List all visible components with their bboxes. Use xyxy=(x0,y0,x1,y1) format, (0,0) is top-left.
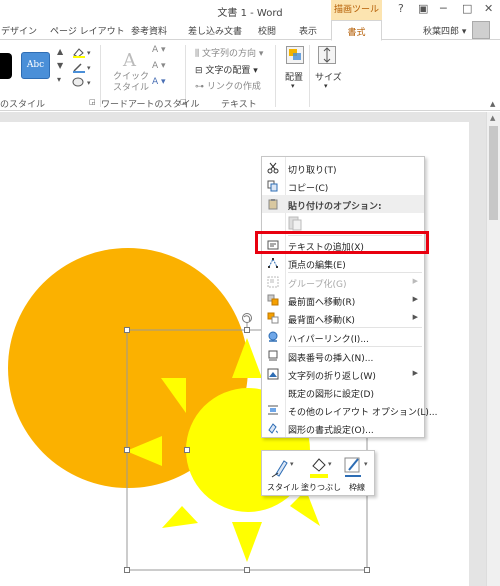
menu-item-more-layout-options[interactable]: その他のレイアウト オプション(L)... xyxy=(262,401,437,419)
style-brush-icon: ▾ xyxy=(271,460,294,478)
menu-item-edit-points[interactable]: 頂点の編集(E) xyxy=(262,254,424,272)
resize-handle[interactable] xyxy=(124,567,130,573)
paste-keep-format-icon[interactable] xyxy=(288,215,302,231)
menu-item-copy[interactable]: コピー(C) xyxy=(262,177,424,195)
mini-fill-button[interactable]: ▾ 塗りつぶし xyxy=(301,454,341,494)
mini-outline-button[interactable]: ▾ 枠線 xyxy=(340,454,374,494)
menu-item-cut[interactable]: 切り取り(T) xyxy=(262,159,424,177)
menu-item-wrap-text[interactable]: 文字列の折り返し(W) ▶ xyxy=(262,365,424,383)
context-menu: 切り取り(T) コピー(C) 貼り付けのオプション: テキストの追加(X) 頂点… xyxy=(261,156,437,438)
send-back-icon xyxy=(267,312,279,324)
resize-handle[interactable] xyxy=(124,447,130,453)
highlight-box xyxy=(255,231,429,254)
resize-handle[interactable] xyxy=(184,447,190,453)
menu-item-bring-to-front[interactable]: 最前面へ移動(R) ▶ xyxy=(262,291,424,309)
wrap-text-icon xyxy=(267,368,279,380)
menu-item-hyperlink[interactable]: ハイパーリンク(I)... xyxy=(262,328,424,346)
copy-icon xyxy=(267,180,278,192)
mini-style-button[interactable]: ▾ スタイル xyxy=(266,454,300,494)
menu-item-send-to-back[interactable]: 最背面へ移動(K) ▶ xyxy=(262,309,424,327)
scissors-icon xyxy=(267,162,279,174)
submenu-arrow-icon: ▶ xyxy=(412,295,418,303)
svg-text:▾: ▾ xyxy=(364,460,368,468)
group-icon xyxy=(267,276,279,288)
hyperlink-icon xyxy=(268,331,278,342)
paste-icon xyxy=(268,199,278,210)
fill-bucket-icon: ▾ xyxy=(310,458,332,478)
submenu-arrow-icon: ▶ xyxy=(412,313,418,321)
outline-pen-icon: ▾ xyxy=(344,457,368,477)
menu-item-group[interactable]: グループ化(G) ▶ xyxy=(262,273,424,291)
menu-item-set-default-shape[interactable]: 既定の図形に設定(D) xyxy=(262,383,424,401)
svg-text:▾: ▾ xyxy=(328,460,332,468)
resize-handle[interactable] xyxy=(364,567,370,573)
svg-text:▾: ▾ xyxy=(290,460,294,468)
shapes-layer xyxy=(8,248,368,571)
mini-toolbar: ▾ スタイル ▾ 塗りつぶし ▾ 枠線 xyxy=(261,450,375,496)
rotate-handle-icon[interactable] xyxy=(242,313,252,323)
submenu-arrow-icon: ▶ xyxy=(412,277,418,285)
menu-paste-options-header: 貼り付けのオプション: xyxy=(262,195,424,213)
edit-points-icon xyxy=(268,257,278,268)
caption-icon xyxy=(268,350,278,361)
menu-item-insert-caption[interactable]: 図表番号の挿入(N)... xyxy=(262,347,424,365)
resize-handle[interactable] xyxy=(244,567,250,573)
layout-options-icon xyxy=(268,405,278,415)
submenu-arrow-icon: ▶ xyxy=(412,369,418,377)
menu-item-format-shape[interactable]: 図形の書式設定(O)... xyxy=(262,419,424,437)
bring-front-icon xyxy=(267,294,279,306)
resize-handle[interactable] xyxy=(124,327,130,333)
resize-handle[interactable] xyxy=(244,327,250,333)
format-shape-icon xyxy=(268,423,278,434)
